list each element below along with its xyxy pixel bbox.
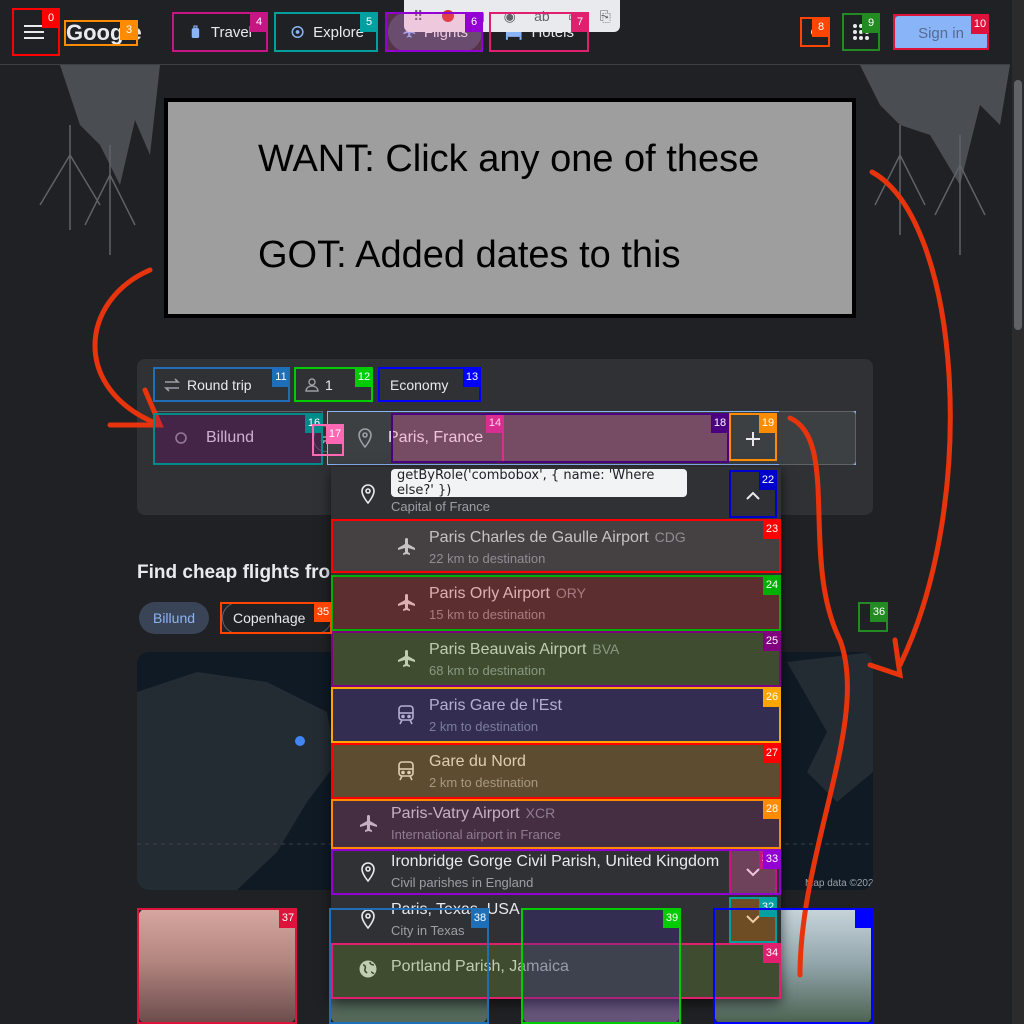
som-mark-label: 36 xyxy=(870,602,888,622)
som-overlay-box: 22 xyxy=(729,470,777,518)
som-mark-label: 35 xyxy=(314,602,332,622)
annotation-note: WANT: Click any one of these GOT: Added … xyxy=(164,98,856,318)
som-overlay-box: 26 xyxy=(331,687,781,743)
som-overlay-box: 10 xyxy=(893,14,989,50)
som-mark-label: 12 xyxy=(355,367,373,387)
som-mark-label: 8 xyxy=(812,17,830,37)
som-mark-label: 5 xyxy=(360,12,378,32)
som-overlay-box: 11 xyxy=(153,367,290,402)
som-overlay-box: 23 xyxy=(331,519,781,573)
som-overlay-box: 5 xyxy=(274,12,378,52)
som-mark-label xyxy=(855,908,873,928)
som-mark-label: 4 xyxy=(250,12,268,32)
suggestion-header-subtitle: Capital of France xyxy=(391,499,490,514)
som-overlay-box: 0 xyxy=(12,8,60,56)
som-overlay-box: 8 xyxy=(800,17,830,47)
origin-chip-billund[interactable]: Billund xyxy=(139,602,209,634)
som-mark-label: 10 xyxy=(971,14,989,34)
som-overlay-box: 28 xyxy=(331,799,781,849)
map-attribution: Map data ©202 xyxy=(805,878,873,889)
som-mark-label: 38 xyxy=(471,908,489,928)
som-mark-label: 28 xyxy=(763,799,781,819)
assert-snapshot-icon[interactable]: ⎘ xyxy=(600,8,611,25)
som-mark-label: 9 xyxy=(862,13,880,33)
som-overlay-box: 35 xyxy=(220,602,332,634)
som-mark-label: 3 xyxy=(120,20,138,40)
som-overlay-box: 18 xyxy=(391,413,729,463)
som-mark-label: 11 xyxy=(272,367,290,387)
som-overlay-box: 39 xyxy=(521,908,681,1024)
som-overlay-box xyxy=(713,908,873,1024)
som-mark-label: 18 xyxy=(711,413,729,433)
annotation-got: GOT: Added dates to this xyxy=(258,234,681,276)
som-mark-label: 23 xyxy=(763,519,781,539)
som-mark-label: 19 xyxy=(759,413,777,433)
som-mark-label: 26 xyxy=(763,687,781,707)
som-overlay-box: 36 xyxy=(858,602,888,632)
som-overlay-box: 16 xyxy=(153,413,323,465)
som-overlay-box: 7 xyxy=(489,12,589,52)
som-overlay-box: 38 xyxy=(329,908,489,1024)
som-overlay-box: 33 xyxy=(331,849,781,895)
som-mark-label: 37 xyxy=(279,908,297,928)
som-mark-label: 24 xyxy=(763,575,781,595)
som-overlay-box: 9 xyxy=(842,13,880,51)
som-overlay-box: 19 xyxy=(729,413,777,461)
som-overlay-box: 3 xyxy=(64,20,138,46)
page-scrollbar-thumb[interactable] xyxy=(1014,80,1022,330)
som-mark-label: 27 xyxy=(763,743,781,763)
location-pin-icon xyxy=(358,428,372,448)
som-mark-label: 0 xyxy=(42,8,60,28)
som-mark-label: 22 xyxy=(759,470,777,490)
annotation-want: WANT: Click any one of these xyxy=(258,138,760,180)
som-overlay-box: 4 xyxy=(172,12,268,52)
location-pin-icon xyxy=(361,484,375,504)
som-overlay-box: 17 xyxy=(312,424,344,456)
som-overlay-box: 37 xyxy=(137,908,297,1024)
som-mark-label: 7 xyxy=(571,12,589,32)
som-overlay-box: 24 xyxy=(331,575,781,631)
som-mark-label: 6 xyxy=(465,12,483,32)
current-location-marker xyxy=(295,736,305,746)
som-mark-label: 13 xyxy=(463,367,481,387)
som-mark-label: 33 xyxy=(763,849,781,869)
som-mark-label: 39 xyxy=(663,908,681,928)
som-overlay-box: 27 xyxy=(331,743,781,799)
som-overlay-box: 6 xyxy=(385,12,483,52)
section-title: Find cheap flights fro xyxy=(137,562,331,583)
som-overlay-box: 12 xyxy=(294,367,373,402)
locator-tooltip: getByRole('combobox', { name: 'Where els… xyxy=(391,468,687,498)
som-mark-label: 25 xyxy=(763,631,781,651)
som-mark-label: 17 xyxy=(326,424,344,444)
som-overlay-box: 13 xyxy=(378,367,481,402)
date-field[interactable] xyxy=(779,411,856,465)
som-overlay-box: 25 xyxy=(331,631,781,687)
